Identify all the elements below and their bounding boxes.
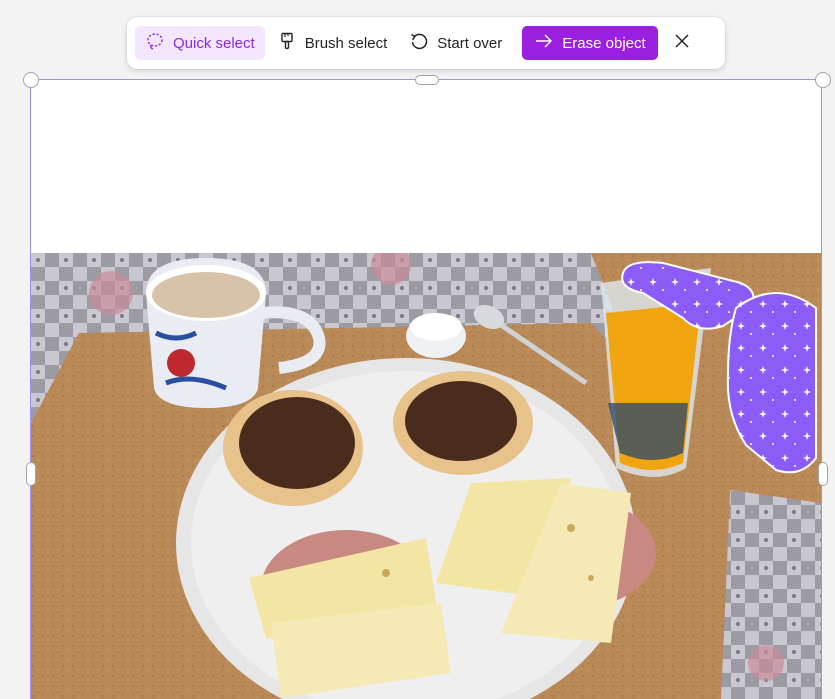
close-button[interactable]	[666, 26, 698, 60]
image-canvas[interactable]	[30, 79, 822, 699]
brush-select-label: Brush select	[304, 34, 388, 52]
resize-handle-left[interactable]	[26, 462, 36, 486]
resize-handle-top-right[interactable]	[815, 72, 831, 88]
erase-object-label: Erase object	[562, 34, 646, 52]
resize-handle-right[interactable]	[818, 462, 828, 486]
undo-icon	[409, 31, 437, 55]
breakfast-photo	[31, 253, 821, 699]
quick-select-button[interactable]: Quick select	[135, 26, 265, 60]
lasso-icon	[145, 31, 173, 55]
editor-stage: Quick select Brush select Start over Era…	[0, 0, 835, 699]
resize-handle-top-left[interactable]	[23, 72, 39, 88]
erase-object-button[interactable]: Erase object	[522, 26, 658, 60]
start-over-button[interactable]: Start over	[399, 26, 512, 60]
close-icon	[674, 33, 690, 54]
quick-select-label: Quick select	[173, 34, 255, 52]
brush-icon	[277, 31, 305, 55]
arrow-right-icon	[534, 31, 562, 55]
start-over-label: Start over	[437, 34, 503, 52]
selection-toolbar: Quick select Brush select Start over Era…	[127, 17, 725, 69]
resize-handle-top[interactable]	[415, 75, 439, 85]
brush-select-button[interactable]: Brush select	[267, 26, 398, 60]
